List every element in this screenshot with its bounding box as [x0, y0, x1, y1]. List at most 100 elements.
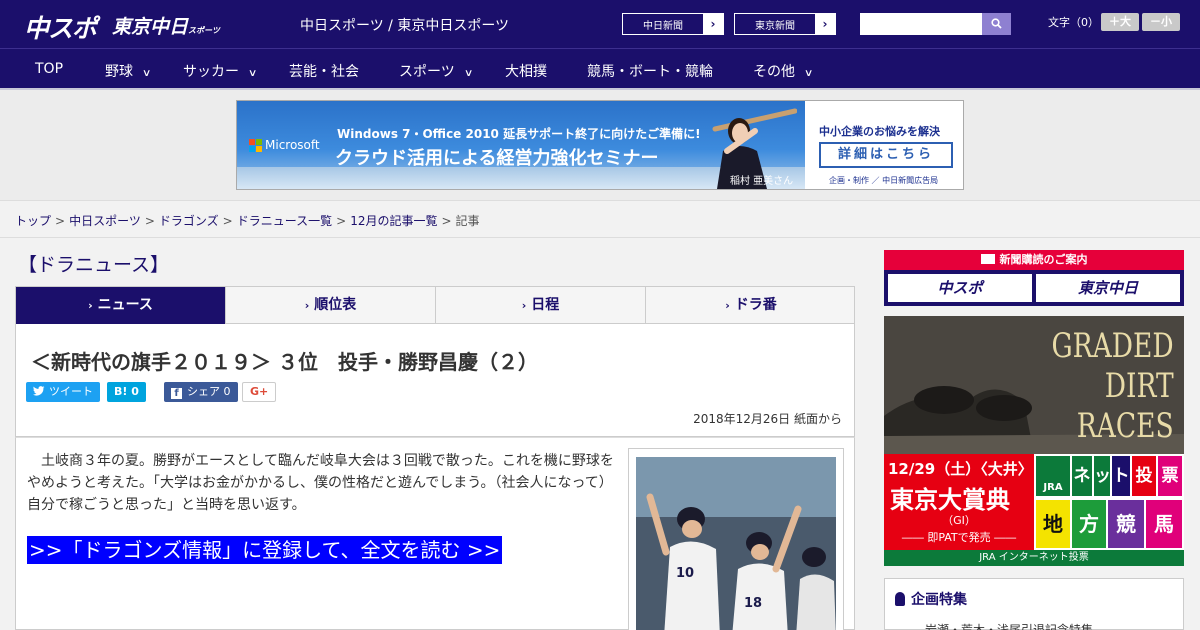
chevron-down-icon: ∨	[141, 68, 152, 79]
facebook-icon: f	[171, 388, 182, 399]
ad-cta-panel: 中小企業のお悩みを解決 詳細はこちら 企画・制作 ／ 中日新聞広告局	[805, 101, 963, 189]
breadcrumb-link-chunichi-sports[interactable]: 中日スポーツ	[69, 214, 141, 228]
breadcrumb-separator: >	[222, 214, 233, 228]
nav-item-other[interactable]: その他 ∨	[753, 61, 814, 81]
breadcrumb-link-dragons[interactable]: ドラゴンズ	[159, 214, 219, 228]
subscribe-read-more-link[interactable]: >>「ドラゴンズ情報」に登録して、全文を読む >>	[27, 536, 503, 564]
breadcrumb-separator: >	[144, 214, 155, 228]
jersey-number: 10	[676, 566, 694, 581]
tab-schedule[interactable]: › 日程	[436, 287, 646, 325]
tab-news[interactable]: › ニュース	[16, 287, 226, 332]
article-body: 土岐商３年の夏。勝野がエースとして臨んだ岐阜大会は３回戦で散った。これを機に野球…	[15, 437, 855, 630]
breadcrumb-link-dora-news[interactable]: ドラニュース一覧	[237, 214, 332, 228]
race-grade: （GⅠ）	[942, 514, 976, 527]
jra-footer: JRA インターネット投票	[884, 550, 1184, 566]
jra-logo-icon: JRA	[1036, 456, 1070, 496]
nav-item-sumo[interactable]: 大相撲	[505, 61, 547, 81]
tokyo-logo-text: 東京中日	[112, 16, 189, 38]
chevron-right-icon: ›	[521, 299, 527, 312]
search-button[interactable]	[982, 13, 1011, 35]
graded-dirt-races-title: GRADED DIRT RACES	[1052, 326, 1174, 446]
grid-cell: 競	[1108, 500, 1144, 548]
news-tabs: › ニュース › 順位表 › 日程 › ドラ番	[15, 286, 856, 332]
newspaper-icon	[980, 254, 995, 264]
jra-ad-banner[interactable]: GRADED DIRT RACES 12/29（土）〈大井〉 東京大賞典 （GⅠ…	[884, 316, 1184, 566]
breadcrumb-separator: >	[55, 214, 66, 228]
grid-cell: 方	[1072, 500, 1106, 548]
article-photo[interactable]: 10 18	[636, 457, 836, 630]
subscribe-chuspo-logo[interactable]: 中スポ	[888, 274, 1032, 302]
ext-link-label: 東京新聞	[755, 21, 795, 32]
facebook-share-button[interactable]: f シェア 0	[164, 382, 238, 402]
grid-cell: ネ	[1072, 456, 1092, 496]
ad-credit: 企画・制作 ／ 中日新聞広告局	[829, 176, 939, 185]
net-betting-grid: JRA ネ ッ ト 投 票 地 方 競 馬	[1034, 454, 1184, 550]
font-size-decrease-button[interactable]: －小	[1142, 13, 1180, 31]
section-title: 【ドラニュース】	[18, 254, 170, 276]
font-size-increase-button[interactable]: ＋大	[1101, 13, 1139, 31]
tweet-label: ツイート	[49, 385, 93, 398]
grid-cell: 投	[1132, 456, 1156, 496]
chevron-right-icon: ›	[725, 299, 730, 312]
breadcrumb: トップ > 中日スポーツ > ドラゴンズ > ドラニュース一覧 >12月の記事一覧 > 記事	[15, 212, 480, 229]
nav-item-racing[interactable]: 競馬・ボート・競輪	[587, 61, 713, 81]
grid-cell: 票	[1158, 456, 1182, 496]
chevron-down-icon: ∨	[247, 68, 258, 79]
nav-label: サッカー	[183, 64, 239, 80]
seminar-ad-banner[interactable]: Microsoft Windows 7・Office 2010 延長サポート終了…	[236, 100, 964, 190]
breadcrumb-bar: トップ > 中日スポーツ > ドラゴンズ > ドラニュース一覧 >12月の記事一覧 > 記事	[0, 200, 1200, 238]
subscription-heading: 新聞購読のご案内	[884, 250, 1184, 270]
chevron-right-icon: ›	[815, 14, 835, 34]
feature-item-link[interactable]: 岩瀬・荒木・浅尾引退記念特集	[925, 621, 1093, 630]
nav-item-sports[interactable]: スポーツ ∨	[399, 61, 474, 81]
chunichi-shimbun-link[interactable]: 中日新聞 ›	[622, 13, 724, 35]
chevron-down-icon: ∨	[463, 68, 474, 79]
title-line: GRADED	[1051, 326, 1174, 366]
subscribe-tokyo-chunichi-logo[interactable]: 東京中日	[1036, 274, 1180, 302]
google-plus-button[interactable]: G+	[242, 382, 277, 402]
site-title: 中日スポーツ / 東京中日スポーツ	[300, 18, 510, 34]
race-name: 東京大賞典	[890, 485, 1010, 514]
nav-item-soccer[interactable]: サッカー ∨	[183, 61, 258, 81]
chuspo-logo[interactable]: 中スポ	[24, 9, 97, 45]
font-size-label: 文字（0）	[1048, 16, 1099, 29]
nav-item-baseball[interactable]: 野球 ∨	[105, 61, 152, 81]
tab-standings[interactable]: › 順位表	[226, 287, 436, 325]
ribbon-icon	[895, 592, 905, 606]
subscription-banner[interactable]: 新聞購読のご案内 中スポ 東京中日	[884, 250, 1184, 306]
tab-label: 日程	[531, 297, 560, 313]
players-celebrating-image: 10 18	[636, 457, 836, 630]
feature-box: 企画特集 岩瀬・荒木・浅尾引退記念特集	[884, 578, 1184, 630]
ad-details-button[interactable]: 詳細はこちら	[819, 142, 953, 168]
tokyo-logo-small: スポーツ	[188, 26, 220, 35]
tab-label: 順位表	[314, 297, 357, 313]
nav-label: 大相撲	[505, 64, 547, 80]
tokyo-chunichi-logo[interactable]: 東京中日スポーツ	[112, 12, 220, 39]
feature-heading-text: 企画特集	[911, 592, 967, 608]
tab-label: ドラ番	[734, 297, 777, 313]
chevron-right-icon: ›	[703, 14, 723, 34]
hatena-bookmark-button[interactable]: B! 0	[107, 382, 146, 402]
breadcrumb-current: 記事	[455, 214, 480, 228]
race-info-panel: 12/29（土）〈大井〉 東京大賞典 （GⅠ） ―― 即PATで発売 ――	[884, 454, 1034, 550]
nav-label: スポーツ	[399, 64, 455, 80]
article-title: ＜新時代の旗手２０１９＞ ３位 投手・勝野昌慶（２）	[31, 350, 538, 374]
nav-item-entertainment[interactable]: 芸能・社会	[289, 61, 359, 81]
ad-cta-headline: 中小企業のお悩みを解決	[819, 125, 940, 138]
breadcrumb-link-december[interactable]: 12月の記事一覧	[350, 214, 437, 228]
publication-date: 2018年12月26日 紙面から	[693, 412, 842, 426]
tab-dora-ban[interactable]: › ドラ番	[646, 287, 856, 325]
top-header: 中スポ 東京中日スポーツ 中日スポーツ / 東京中日スポーツ 中日新聞 › 東京…	[0, 0, 1200, 48]
breadcrumb-link-top[interactable]: トップ	[15, 214, 51, 228]
search-input[interactable]	[860, 13, 982, 35]
tweet-button[interactable]: ツイート	[26, 382, 100, 402]
nav-label: 芸能・社会	[289, 64, 359, 80]
chevron-down-icon: ∨	[803, 68, 814, 79]
chevron-right-icon: ›	[88, 299, 93, 312]
nav-label: TOP	[35, 61, 64, 77]
breadcrumb-separator: >	[336, 214, 347, 228]
nav-item-top[interactable]: TOP	[35, 61, 63, 77]
tokyo-shimbun-link[interactable]: 東京新聞 ›	[734, 13, 836, 35]
search-icon	[991, 18, 1002, 29]
ad-headline: Windows 7・Office 2010 延長サポート終了に向けたご準備に!	[337, 127, 701, 141]
